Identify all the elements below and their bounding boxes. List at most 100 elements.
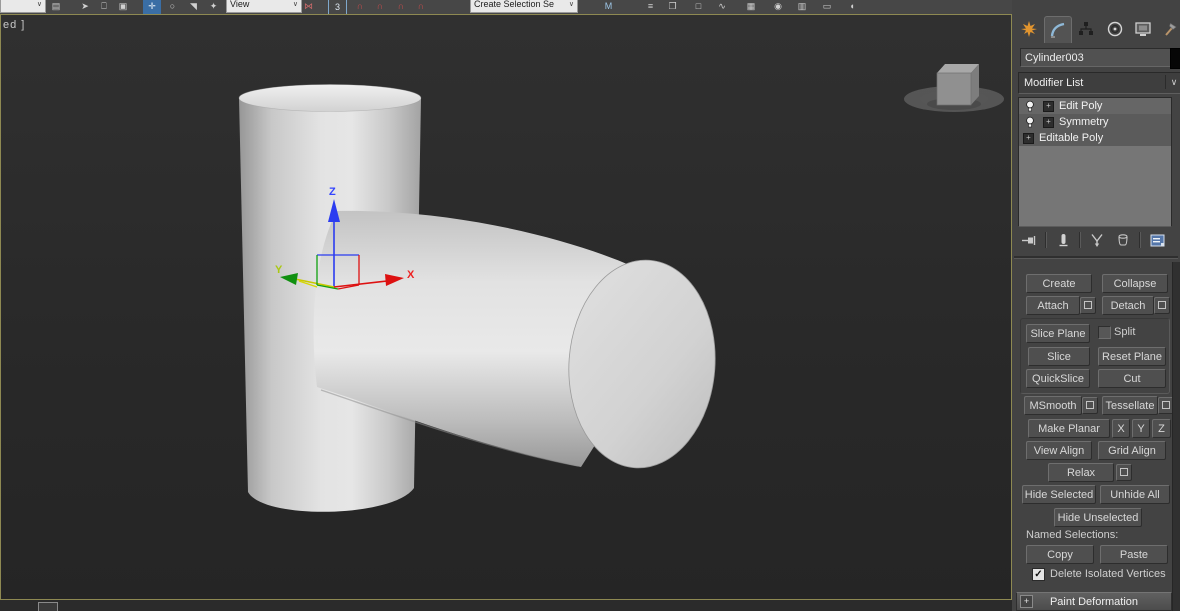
tab-modify[interactable] [1044,16,1072,43]
angle-snap-icon[interactable]: ∩ [352,0,368,15]
expand-icon[interactable]: + [1043,117,1054,128]
chevron-down-icon: ∨ [290,0,298,8]
delete-isolated-vertices-checkbox[interactable]: ✓ [1032,568,1045,581]
select-scale-icon[interactable]: ◥ [185,0,202,15]
expand-icon[interactable]: + [1023,133,1034,144]
object-color-swatch[interactable] [1170,48,1180,69]
mirror-icon[interactable]: M [600,0,617,15]
pin-stack-icon[interactable] [1016,230,1042,250]
make-planar-y-button[interactable]: Y [1132,419,1150,438]
copy-button[interactable]: Copy [1026,545,1094,564]
spinner-snap-icon[interactable]: ∩ [393,0,409,15]
tessellate-button[interactable]: Tessellate [1102,396,1158,415]
make-planar-button[interactable]: Make Planar [1028,419,1110,438]
divider [1139,232,1141,248]
slice-button[interactable]: Slice [1028,347,1090,366]
layer-manager-icon[interactable]: ❐ [664,0,681,15]
render-production-icon[interactable]: ◖ [843,0,861,15]
collapse-button[interactable]: Collapse [1102,274,1168,293]
rendered-frame-window-icon[interactable]: ▭ [818,0,836,15]
remove-modifier-icon[interactable] [1110,230,1136,250]
stack-item-editable-poly[interactable]: + Editable Poly [1019,130,1171,146]
modifier-list-dropdown[interactable]: Modifier List ∨ [1018,72,1180,94]
curve-editor-icon[interactable]: ∿ [713,0,731,15]
render-setup-icon[interactable]: ▥ [793,0,811,15]
relax-settings-button[interactable] [1116,464,1132,481]
modify-icon [1049,21,1067,39]
chevron-down-icon: ∨ [566,0,574,8]
graphite-ribbon-icon[interactable]: □ [690,0,707,15]
scene-object-cylinder003[interactable] [239,85,722,512]
divider [1014,256,1178,259]
stack-item-edit-poly[interactable]: + Edit Poly [1019,98,1171,114]
chevron-down-icon: ∨ [1165,75,1180,89]
unhide-all-button[interactable]: Unhide All [1100,485,1170,504]
relax-button[interactable]: Relax [1048,463,1114,482]
named-selections-label: Named Selections: [1026,529,1118,541]
divider [1045,232,1047,248]
visibility-bulb-icon[interactable] [1023,100,1037,112]
status-bar [0,600,1012,611]
3dsmax-window: ∨ ▤ ➤ ⎕ ▣ ✛ ○ ◥ ✦ View∨ ⋈ 3 ∩ ∩ ∩ ∩ Crea… [0,0,1180,611]
detach-button[interactable]: Detach [1102,296,1154,315]
view-align-button[interactable]: View Align [1026,441,1092,460]
viewcube[interactable] [904,64,1004,112]
tab-create[interactable] [1016,16,1042,42]
detach-settings-button[interactable] [1154,297,1170,314]
perspective-viewport[interactable]: Z X Y ed ] [0,14,1012,600]
hide-selected-button[interactable]: Hide Selected [1022,485,1096,504]
select-object-icon[interactable]: ➤ [78,0,92,15]
tab-utilities[interactable] [1158,16,1180,42]
slice-plane-button[interactable]: Slice Plane [1026,324,1090,343]
expand-icon[interactable]: + [1043,101,1054,112]
align-icon[interactable]: ≡ [642,0,659,15]
selection-filter-dropdown[interactable]: ∨ [0,0,46,13]
select-manipulate-icon[interactable]: ✦ [205,0,222,15]
tab-hierarchy[interactable] [1073,16,1099,42]
use-pivot-point-icon[interactable]: ⋈ [300,0,317,15]
expand-icon: + [1020,595,1033,608]
select-by-name-icon[interactable]: ▤ [48,0,64,15]
rectangular-selection-region-icon[interactable]: ⎕ [96,0,112,15]
viewport-canvas[interactable]: Z X Y [1,15,1009,597]
reset-plane-button[interactable]: Reset Plane [1098,347,1166,366]
make-planar-x-button[interactable]: X [1112,419,1130,438]
make-unique-icon[interactable] [1084,230,1110,250]
msmooth-settings-button[interactable] [1082,397,1098,414]
material-editor-icon[interactable]: ◉ [769,0,787,15]
chevron-down-icon: ∨ [34,0,42,8]
grid-align-button[interactable]: Grid Align [1098,441,1166,460]
viewport-label[interactable]: ed ] [3,19,25,31]
schematic-view-icon[interactable]: ▦ [742,0,760,15]
msmooth-button[interactable]: MSmooth [1024,396,1082,415]
snap-toggle-3d-icon[interactable]: 3 [328,0,347,15]
object-name-field[interactable]: Cylinder003 [1020,48,1172,67]
split-checkbox[interactable] [1098,326,1111,339]
attach-settings-button[interactable] [1080,297,1096,314]
divider [1079,232,1081,248]
snap-toggle-icon[interactable]: ∩ [413,0,429,15]
make-planar-z-button[interactable]: Z [1152,419,1171,438]
paste-button[interactable]: Paste [1100,545,1168,564]
named-selection-set-dropdown[interactable]: Create Selection Se∨ [470,0,578,13]
reference-coordinate-dropdown[interactable]: View∨ [226,0,302,13]
configure-modifier-sets-icon[interactable] [1144,230,1170,250]
attach-button[interactable]: Attach [1026,296,1080,315]
create-button[interactable]: Create [1026,274,1092,293]
percent-snap-icon[interactable]: ∩ [372,0,388,15]
tab-motion[interactable] [1102,16,1128,42]
maxscript-mini-listener[interactable] [38,602,58,611]
quickslice-button[interactable]: QuickSlice [1026,369,1090,388]
stack-item-symmetry[interactable]: + Symmetry [1019,114,1171,130]
select-move-icon[interactable]: ✛ [143,0,161,15]
rollout-paint-deformation[interactable]: + Paint Deformation [1016,592,1172,611]
stack-toolbar [1016,228,1178,252]
hide-unselected-button[interactable]: Hide Unselected [1054,508,1142,527]
window-crossing-icon[interactable]: ▣ [115,0,131,15]
show-end-result-icon[interactable] [1050,230,1076,250]
panel-scrollbar[interactable] [1172,262,1180,611]
visibility-bulb-icon[interactable] [1023,116,1037,128]
tab-display[interactable] [1130,16,1156,42]
select-rotate-icon[interactable]: ○ [164,0,181,15]
cut-button[interactable]: Cut [1098,369,1166,388]
